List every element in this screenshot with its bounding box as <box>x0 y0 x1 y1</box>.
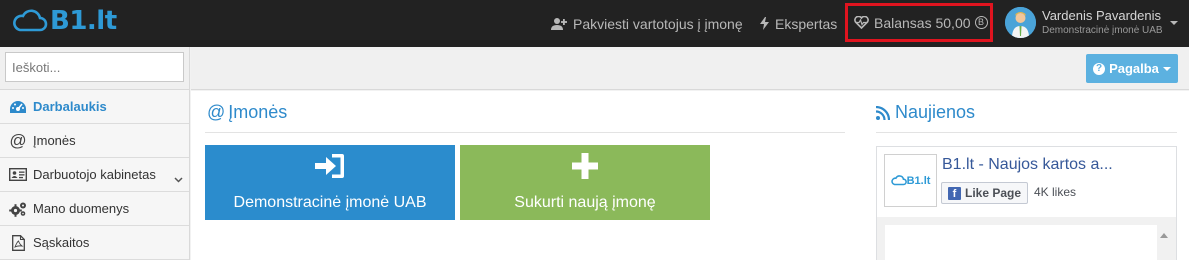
logo-text: B1.lt <box>50 6 117 36</box>
avatar <box>1005 7 1036 38</box>
sidebar-item-companies[interactable]: @ Įmonės <box>0 124 189 158</box>
pdf-file-icon <box>8 234 28 251</box>
at-icon: @ <box>9 130 27 150</box>
sidebar-item-invoices[interactable]: Sąskaitos <box>0 226 189 260</box>
sidebar: Darbalaukis @ Įmonės Darbuotojo kabineta… <box>0 47 190 260</box>
create-company-label: Sukurti naują įmonę <box>514 194 656 211</box>
create-company-tile[interactable]: Sukurti naują įmonę <box>460 145 710 220</box>
expert-link[interactable]: Ekspertas <box>760 0 837 47</box>
scroll-up-icon[interactable] <box>1160 225 1168 238</box>
cloud-icon <box>890 175 907 186</box>
id-card-icon <box>8 168 28 181</box>
plus-icon <box>572 153 598 184</box>
user-company: Demonstracinė įmonė UAB <box>1042 25 1163 36</box>
facebook-icon: f <box>948 186 961 200</box>
sidebar-search <box>0 47 189 90</box>
sidebar-item-label: Darbuotojo kabinetas <box>33 167 156 182</box>
chevron-down-icon <box>1162 66 1171 71</box>
sidebar-item-label: Darbalaukis <box>33 99 107 114</box>
sidebar-item-my-data[interactable]: Mano duomenys <box>0 192 189 226</box>
question-circle-icon: ? <box>1093 62 1106 75</box>
invite-users-link[interactable]: Pakviesti vartotojus į įmonę <box>551 0 743 47</box>
heartbeat-icon <box>854 16 869 29</box>
fb-like-label: Like Page <box>965 186 1022 200</box>
fb-logo-text: B1.lt <box>906 174 931 187</box>
at-icon: @ <box>207 102 226 122</box>
chevron-down-icon[interactable] <box>174 171 183 186</box>
top-navbar: B1.lt Pakviesti vartotojus į įmonę Ekspe… <box>0 0 1189 47</box>
divider <box>205 132 845 133</box>
user-menu[interactable]: Vardenis Pavardenis Demonstracinė įmonė … <box>1005 7 1163 38</box>
company-tile-label: Demonstracinė įmonė UAB <box>233 194 427 211</box>
expert-label: Ekspertas <box>775 15 838 32</box>
sidebar-item-label: Mano duomenys <box>33 201 130 216</box>
companies-title: Įmonės <box>228 102 288 122</box>
sidebar-item-employee-cabinet[interactable]: Darbuotojo kabinetas <box>0 158 189 192</box>
logo[interactable]: B1.lt <box>12 6 117 36</box>
toolbar: ? Pagalba <box>191 47 1189 90</box>
fb-like-button[interactable]: f Like Page <box>941 182 1029 204</box>
balance-label: Balansas 50,00 <box>874 14 971 31</box>
facebook-page-widget: B1.lt B1.lt - Naujos kartos a... f Like … <box>876 146 1177 260</box>
rss-icon <box>876 105 890 120</box>
help-label: Pagalba <box>1109 61 1159 76</box>
user-plus-icon <box>551 17 567 30</box>
invite-users-label: Pakviesti vartotojus į įmonę <box>573 15 743 32</box>
dashboard-icon <box>8 100 28 114</box>
news-section-title: Naujienos <box>876 102 975 123</box>
search-input[interactable] <box>5 52 184 82</box>
balance-link[interactable]: Balansas 50,00 B <box>845 3 993 42</box>
fb-likes-count: 4K likes <box>1034 185 1077 199</box>
fb-timeline-post <box>885 225 1157 260</box>
companies-section-title: @ Įmonės <box>207 102 287 123</box>
user-name: Vardenis Pavardenis <box>1042 8 1161 23</box>
news-title: Naujienos <box>895 102 976 122</box>
cloud-icon <box>13 9 48 32</box>
help-button[interactable]: ? Pagalba <box>1086 54 1178 83</box>
sidebar-item-label: Įmonės <box>33 133 76 148</box>
sidebar-item-label: Sąskaitos <box>33 235 90 250</box>
divider <box>876 132 1177 133</box>
bolt-icon <box>760 17 769 30</box>
coin-icon: B <box>974 16 988 29</box>
company-tile-demo[interactable]: Demonstracinė įmonė UAB <box>205 145 455 220</box>
cogs-icon <box>8 201 28 217</box>
sign-in-icon <box>315 153 345 184</box>
sidebar-item-dashboard[interactable]: Darbalaukis <box>0 90 189 124</box>
chevron-down-icon[interactable] <box>1170 21 1178 25</box>
fb-page-logo[interactable]: B1.lt <box>884 154 937 207</box>
fb-page-title[interactable]: B1.lt - Naujos kartos a... <box>942 156 1113 174</box>
